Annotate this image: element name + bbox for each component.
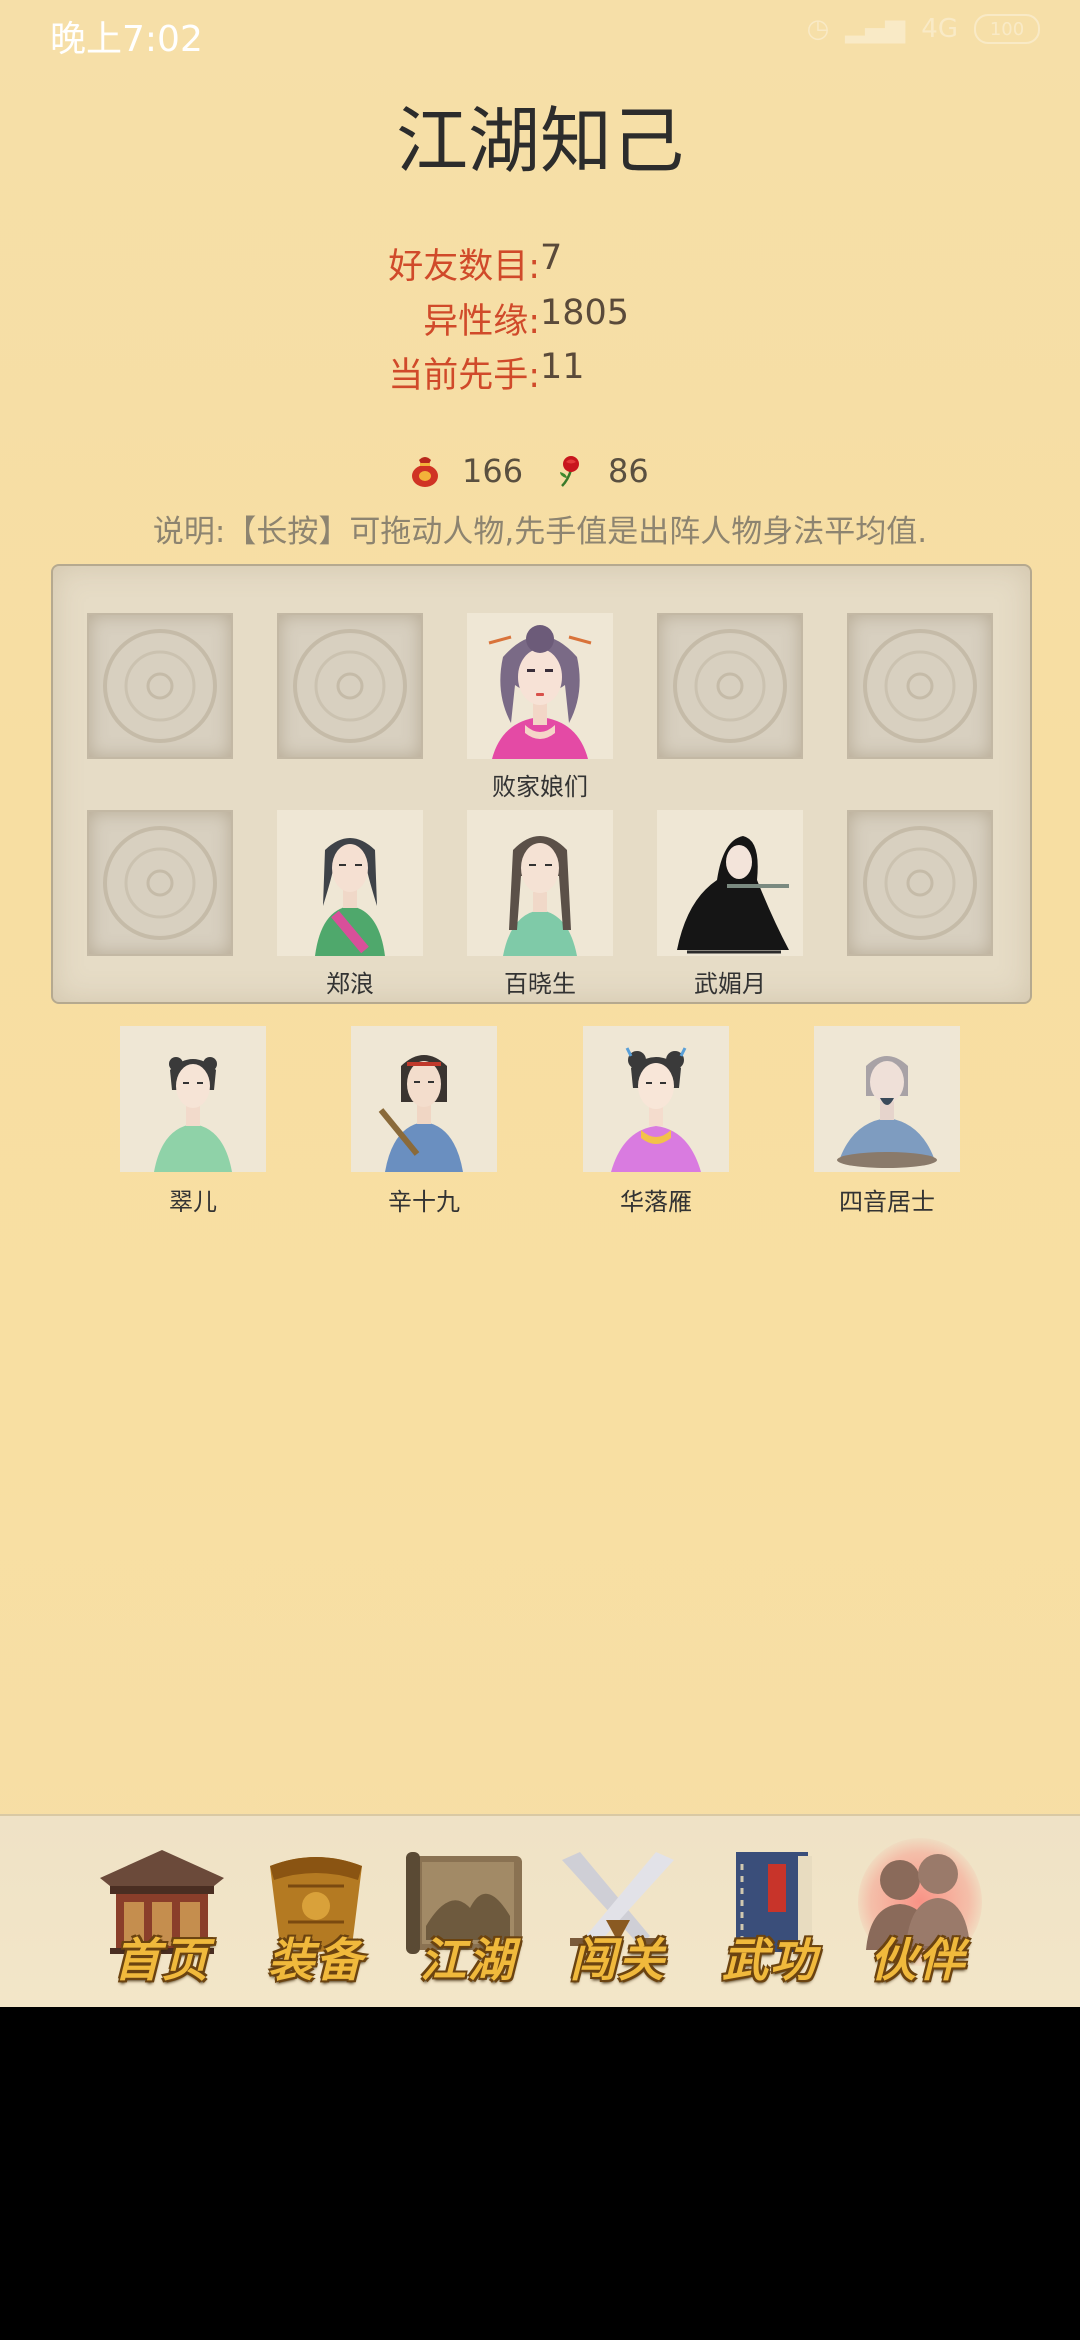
nav-home[interactable]: 首页 bbox=[94, 1846, 230, 1987]
battery-level: 100 bbox=[989, 18, 1025, 40]
character-portrait-icon bbox=[154, 1057, 232, 1172]
formation-slot-empty[interactable] bbox=[277, 613, 423, 759]
nav-label: 伙伴 bbox=[870, 1933, 966, 1987]
stat-value: 1805 bbox=[540, 293, 630, 333]
companion-card[interactable]: 四音居士 bbox=[814, 1026, 960, 1216]
stat-label: 当前先手: bbox=[388, 356, 540, 396]
empty-slot-emblem-icon bbox=[103, 826, 217, 940]
companion-name: 辛十九 bbox=[388, 1188, 460, 1216]
companion-card[interactable]: 华落雁 bbox=[583, 1026, 729, 1216]
character-portrait-icon bbox=[488, 625, 592, 759]
character-portrait-icon bbox=[378, 1055, 463, 1172]
app-screen: 晚上7:02 ◷ ▂▄▆ 4G 100 江湖知己 好友数目: 7 异性缘: 18… bbox=[0, 0, 1080, 2007]
nav-martial-arts[interactable]: 武功 bbox=[702, 1846, 838, 1987]
formation-slot-empty[interactable] bbox=[87, 810, 233, 956]
signal-icon: ▂▄▆ bbox=[845, 14, 906, 44]
stat-romance: 异性缘: 1805 bbox=[0, 293, 1080, 343]
formation-slot-character[interactable]: 武媚月 bbox=[657, 810, 803, 998]
status-icons: ◷ ▂▄▆ 4G 100 bbox=[807, 14, 1040, 44]
companion-card[interactable]: 辛十九 bbox=[351, 1026, 497, 1216]
formation-panel: 败家娘们 郑浪 百晓生 武媚月 bbox=[51, 564, 1032, 1004]
nav-equipment[interactable]: 装备 bbox=[248, 1846, 384, 1987]
stat-label: 异性缘: bbox=[423, 302, 540, 342]
companion-name: 翠儿 bbox=[169, 1188, 217, 1216]
empty-slot-emblem-icon bbox=[673, 629, 787, 743]
nav-label: 装备 bbox=[268, 1933, 364, 1987]
empty-slot-emblem-icon bbox=[863, 629, 977, 743]
empty-slot-emblem-icon bbox=[293, 629, 407, 743]
nav-partners[interactable]: 伙伴 bbox=[850, 1838, 986, 1987]
character-portrait-icon bbox=[677, 836, 789, 954]
nav-jianghu[interactable]: 江湖 bbox=[400, 1846, 536, 1987]
resources-bar: 166 86 bbox=[0, 452, 1080, 502]
stat-initiative: 当前先手: 11 bbox=[0, 347, 1080, 397]
character-name: 败家娘们 bbox=[492, 773, 588, 801]
battery-icon: 100 bbox=[974, 14, 1040, 44]
nav-challenge[interactable]: 闯关 bbox=[550, 1846, 686, 1987]
formation-slot-empty[interactable] bbox=[87, 613, 233, 759]
stat-value: 7 bbox=[540, 238, 563, 278]
nav-label: 武功 bbox=[722, 1933, 818, 1987]
character-name: 郑浪 bbox=[326, 970, 374, 998]
status-time: 晚上7:02 bbox=[50, 19, 203, 60]
empty-slot-emblem-icon bbox=[863, 826, 977, 940]
rose-count: 86 bbox=[608, 452, 649, 490]
character-portrait-icon bbox=[611, 1047, 701, 1172]
bottom-nav: 首页 装备 江湖 闯关 武功 伙伴 bbox=[0, 1814, 1080, 2007]
formation-slot-character[interactable]: 百晓生 bbox=[467, 810, 613, 998]
nav-label: 闯关 bbox=[570, 1933, 666, 1987]
page-title: 江湖知己 bbox=[395, 99, 684, 183]
formation-slot-character[interactable]: 败家娘们 bbox=[467, 613, 613, 801]
nav-label: 首页 bbox=[114, 1933, 210, 1987]
character-portrait-icon bbox=[315, 838, 385, 956]
red-pouch-icon bbox=[412, 457, 438, 487]
pouch-count: 166 bbox=[462, 452, 524, 490]
alarm-icon: ◷ bbox=[806, 14, 830, 44]
stat-friend-count: 好友数目: 7 bbox=[0, 238, 1080, 288]
instructions-text: 说明:【长按】可拖动人物,先手值是出阵人物身法平均值. bbox=[152, 514, 928, 550]
formation-slot-empty[interactable] bbox=[847, 810, 993, 956]
resource-pouch: 166 bbox=[410, 452, 523, 490]
companion-name: 四音居士 bbox=[839, 1188, 935, 1216]
stat-value: 11 bbox=[540, 347, 585, 387]
character-name: 武媚月 bbox=[694, 970, 766, 998]
rose-icon bbox=[560, 456, 579, 487]
companion-name: 华落雁 bbox=[620, 1188, 692, 1216]
formation-slot-character[interactable]: 郑浪 bbox=[277, 810, 423, 998]
empty-slot-emblem-icon bbox=[103, 629, 217, 743]
nav-label: 江湖 bbox=[420, 1933, 516, 1987]
companion-card[interactable]: 翠儿 bbox=[120, 1026, 266, 1216]
character-portrait-icon bbox=[837, 1056, 937, 1168]
character-name: 百晓生 bbox=[504, 970, 576, 998]
formation-slot-empty[interactable] bbox=[657, 613, 803, 759]
resource-rose: 86 bbox=[556, 452, 649, 490]
status-bar: 晚上7:02 ◷ ▂▄▆ 4G 100 bbox=[0, 0, 1080, 64]
stat-label: 好友数目: bbox=[388, 247, 540, 287]
character-portrait-icon bbox=[503, 836, 577, 956]
formation-slot-empty[interactable] bbox=[847, 613, 993, 759]
network-icon: 4G bbox=[921, 14, 958, 44]
